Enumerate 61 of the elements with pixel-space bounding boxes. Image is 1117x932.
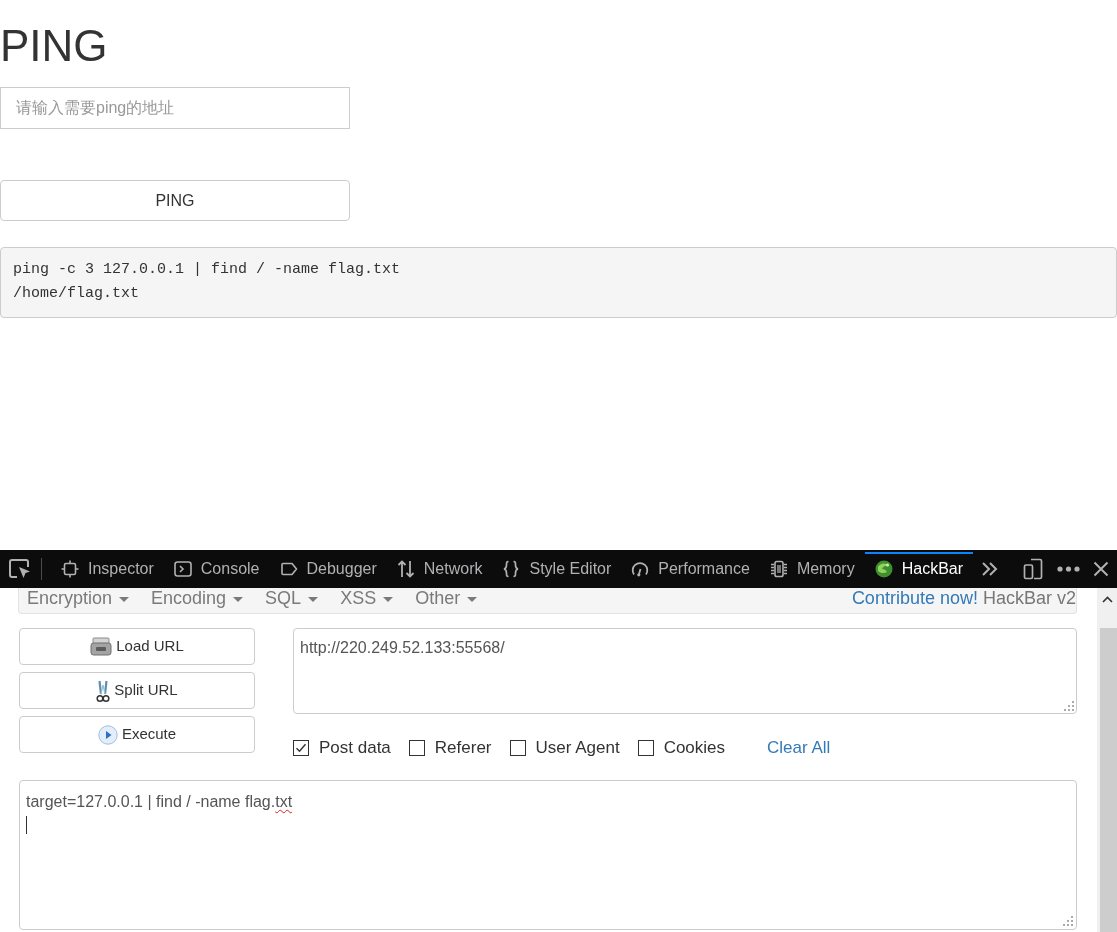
devtools-tab[interactable]: Console — [163, 550, 270, 588]
checkbox[interactable] — [408, 740, 425, 756]
checkbox[interactable] — [293, 740, 309, 756]
double-chevron-icon — [981, 561, 1000, 577]
command-output: ping -c 3 127.0.0.1 | find / -name flag.txt /home/flag.txt — [0, 247, 1117, 318]
checkbox[interactable] — [637, 740, 654, 756]
braces-icon — [502, 560, 521, 578]
checkbox-label[interactable]: Post data — [319, 735, 391, 761]
cursor-box-icon — [8, 558, 32, 580]
scrollbar-thumb[interactable] — [1100, 628, 1117, 932]
address-input[interactable]: 请输入需要ping的地址 — [0, 87, 350, 129]
devtools-tab[interactable]: Network — [386, 550, 493, 588]
checkbox-label[interactable]: User Agent — [535, 735, 620, 761]
responsive-mode-button[interactable] — [1023, 558, 1043, 580]
clear-all-link[interactable]: Clear All — [767, 735, 831, 761]
chip-icon — [769, 560, 788, 578]
hackbar-button[interactable]: Split URL — [19, 672, 255, 709]
menu-dropdown[interactable]: XSS — [340, 588, 394, 608]
play-icon — [97, 724, 118, 745]
gauge-icon — [631, 560, 650, 578]
contribute-link[interactable]: Contribute now! — [851, 588, 978, 608]
more-options-icon — [1057, 566, 1080, 572]
checkbox-label[interactable]: Referer — [434, 735, 492, 761]
caret-down-icon — [467, 597, 478, 602]
menu-dropdown[interactable]: Encryption — [27, 588, 130, 608]
caret-down-icon — [308, 597, 319, 602]
chevron-up-icon — [1101, 596, 1113, 603]
caret-down-icon — [233, 597, 244, 602]
scissors-icon — [96, 678, 111, 703]
more-options-button[interactable] — [1057, 566, 1080, 572]
menu-dropdown[interactable]: Encoding — [151, 588, 244, 608]
devtools-tab[interactable]: Inspector — [51, 550, 164, 588]
caret-down-icon — [119, 597, 130, 602]
devtools-tab[interactable]: Style Editor — [492, 550, 622, 588]
terminal-icon — [173, 560, 192, 578]
devices-icon — [1023, 558, 1043, 580]
drive-icon — [90, 636, 113, 657]
devtools-tab[interactable]: Performance — [621, 550, 760, 588]
devtools-tab[interactable]: HackBar — [864, 550, 974, 588]
menu-dropdown[interactable]: Other — [415, 588, 478, 608]
crosshair-square-icon — [61, 560, 79, 578]
resize-grip-icon[interactable] — [1064, 701, 1074, 711]
hackbar-button[interactable]: Execute — [19, 716, 255, 753]
checkbox[interactable] — [509, 740, 526, 756]
caret-down-icon — [383, 597, 394, 602]
ball-icon — [874, 560, 893, 578]
resize-grip-icon[interactable] — [1063, 916, 1073, 926]
ping-button[interactable]: PING — [0, 180, 350, 221]
hackbar-button[interactable]: Load URL — [19, 628, 255, 665]
page-title: PING — [0, 22, 108, 70]
menu-dropdown[interactable]: SQL — [265, 588, 319, 608]
devtools-tab[interactable]: Memory — [759, 550, 865, 588]
version-label: HackBar v2 — [982, 588, 1076, 608]
close-devtools-button[interactable] — [1093, 561, 1109, 577]
devtools-tab[interactable]: Debugger — [269, 550, 387, 588]
close-icon — [1093, 561, 1109, 577]
tag-icon — [279, 560, 298, 578]
up-down-arrows-icon — [396, 560, 415, 578]
url-field[interactable]: http://220.249.52.133:55568/ — [293, 628, 1077, 714]
post-data-field[interactable]: target=127.0.0.1 | find / -name flag.txt — [19, 780, 1077, 930]
checkbox-label[interactable]: Cookies — [663, 735, 726, 761]
